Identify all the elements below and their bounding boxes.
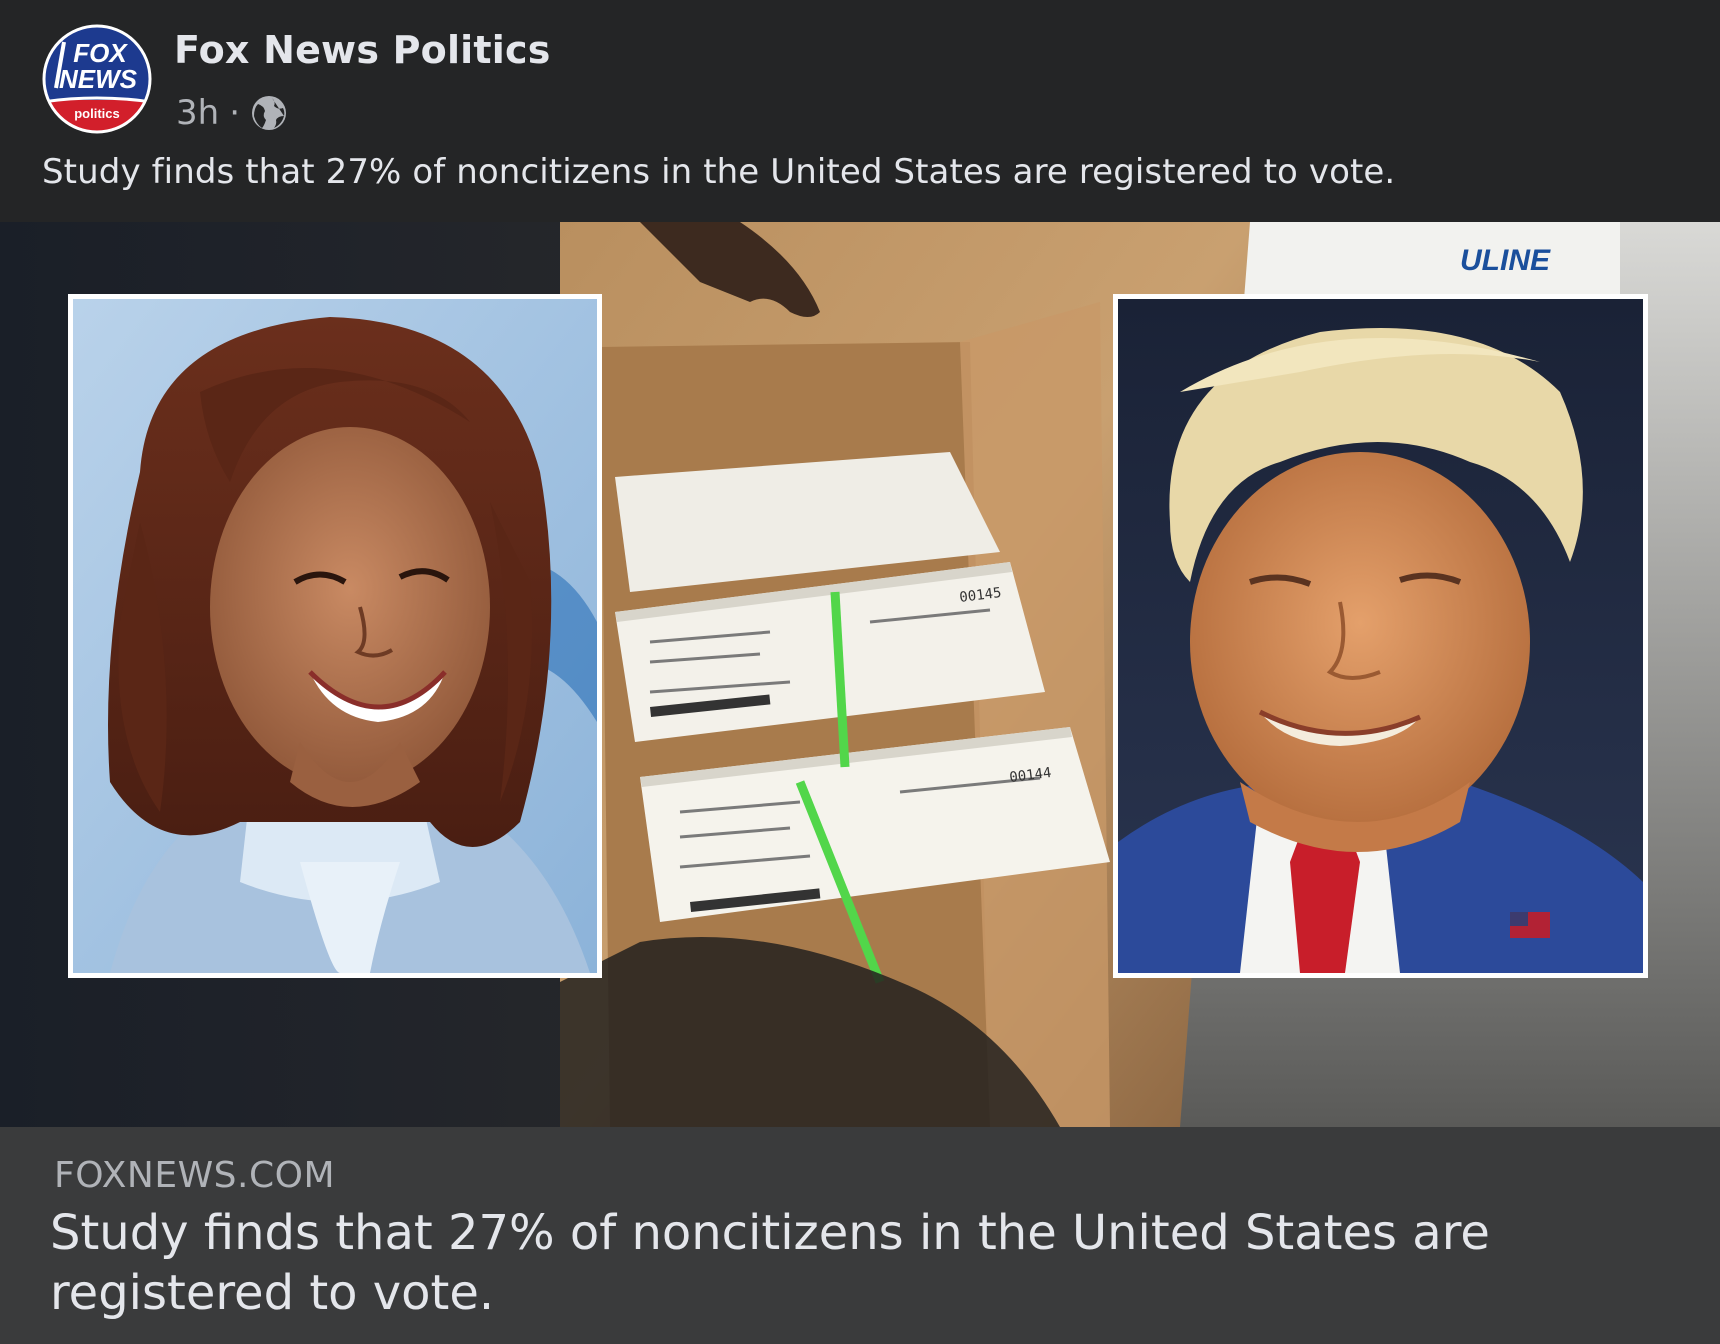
portrait-right: [1113, 294, 1648, 978]
post-meta: 3h ·: [176, 88, 288, 138]
post-image[interactable]: ULINE 00145 00144: [0, 222, 1720, 1127]
fox-news-politics-logo: FOX NEWS politics: [42, 24, 152, 134]
meta-separator: ·: [229, 93, 240, 133]
post-header: FOX NEWS politics Fox News Politics 3h ·…: [0, 0, 1720, 222]
post-caption: Study finds that 27% of noncitizens in t…: [42, 152, 1396, 192]
svg-text:politics: politics: [74, 106, 120, 121]
portrait-left: [68, 294, 602, 978]
link-domain: FOXNEWS.COM: [54, 1155, 336, 1196]
uline-label: ULINE: [1460, 244, 1551, 277]
page-avatar[interactable]: FOX NEWS politics: [42, 24, 152, 134]
link-title[interactable]: Study finds that 27% of noncitizens in t…: [50, 1203, 1670, 1323]
svg-text:NEWS: NEWS: [59, 64, 138, 94]
post-timestamp[interactable]: 3h: [176, 93, 219, 133]
globe-icon[interactable]: [250, 94, 288, 132]
page-name[interactable]: Fox News Politics: [174, 28, 551, 72]
facebook-post: FOX NEWS politics Fox News Politics 3h ·…: [0, 0, 1720, 1344]
article-photo-composite: ULINE 00145 00144: [0, 222, 1720, 1127]
link-preview[interactable]: FOXNEWS.COM Study finds that 27% of nonc…: [0, 1127, 1720, 1344]
